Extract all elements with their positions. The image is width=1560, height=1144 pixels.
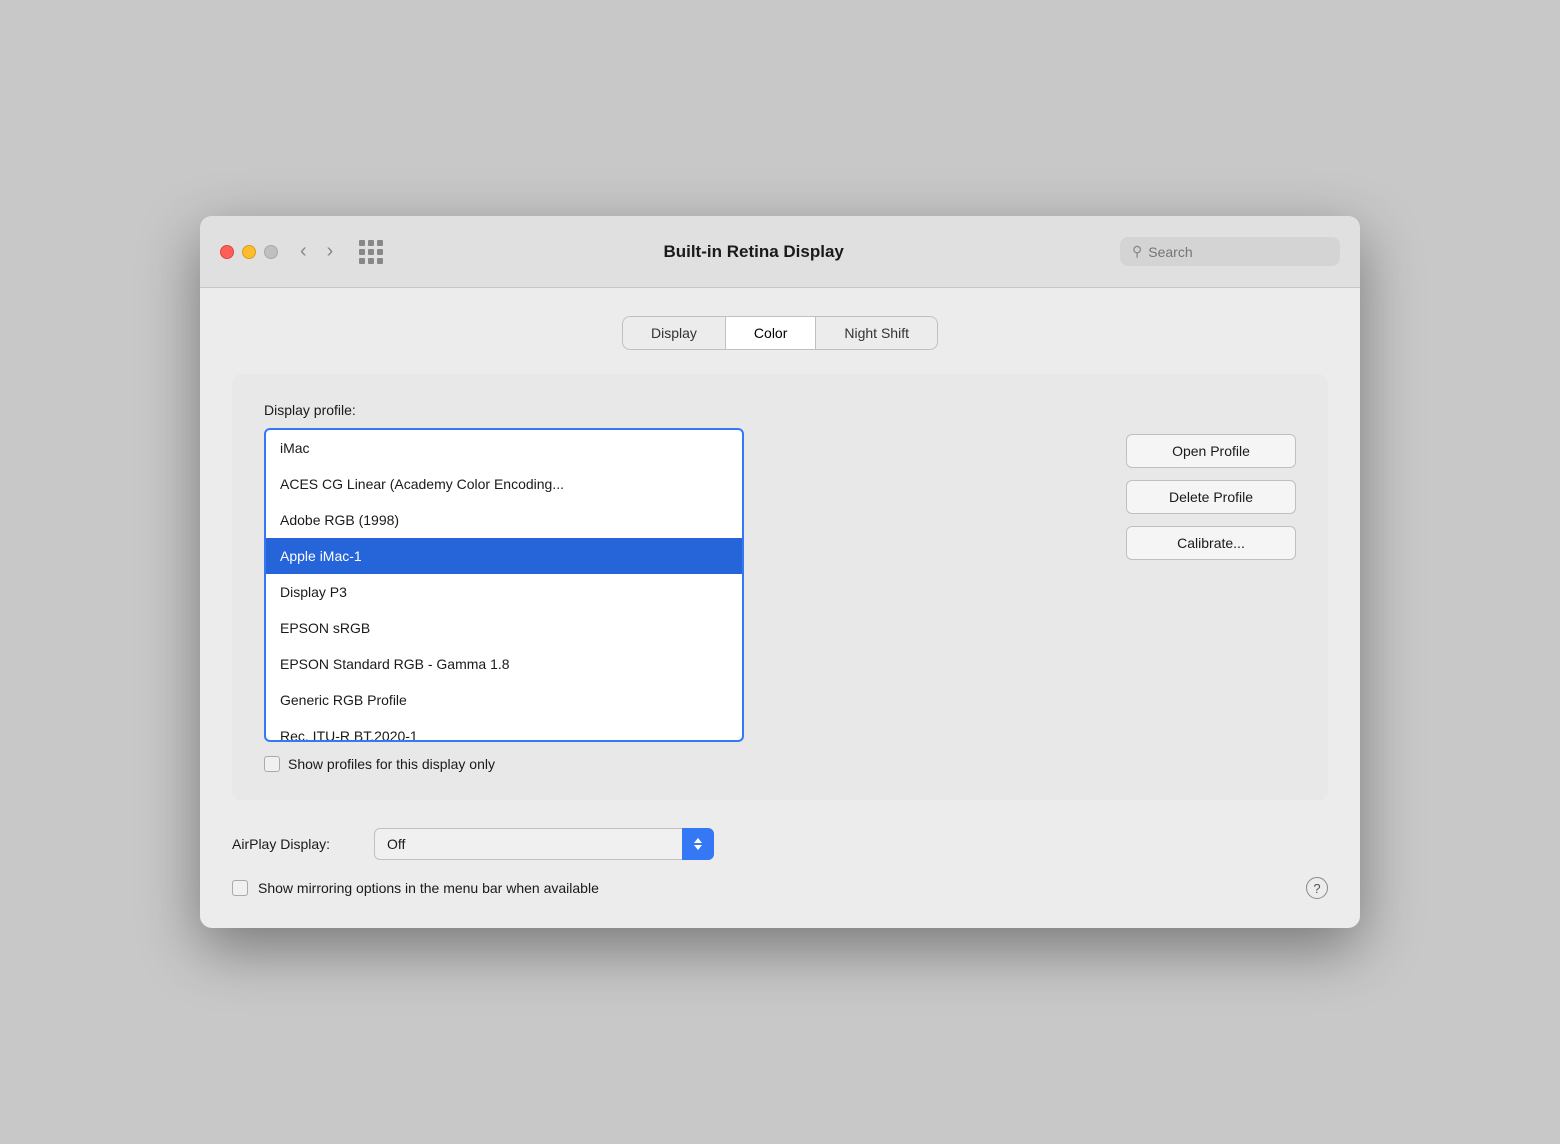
profile-label: Display profile: <box>264 402 1086 418</box>
show-profiles-label: Show profiles for this display only <box>288 756 495 772</box>
grid-icon[interactable] <box>359 240 383 264</box>
show-profiles-row: Show profiles for this display only <box>264 756 1086 772</box>
tab-color[interactable]: Color <box>725 316 816 350</box>
forward-button[interactable]: › <box>321 236 340 267</box>
tabs: Display Color Night Shift <box>232 316 1328 350</box>
calibrate-button[interactable]: Calibrate... <box>1126 526 1296 560</box>
list-item[interactable]: Rec. ITU-R BT.2020-1 <box>266 718 742 740</box>
airplay-select-container: Off Apple TV Other Devices <box>374 828 714 860</box>
search-icon: ⚲ <box>1132 243 1142 260</box>
bottom-row: Show mirroring options in the menu bar w… <box>232 876 1328 900</box>
tab-nightshift[interactable]: Night Shift <box>816 316 938 350</box>
mirroring-label: Show mirroring options in the menu bar w… <box>258 880 599 896</box>
tab-display[interactable]: Display <box>622 316 725 350</box>
mirroring-checkbox[interactable] <box>232 880 248 896</box>
list-item[interactable]: Adobe RGB (1998) <box>266 502 742 538</box>
minimize-button[interactable] <box>242 245 256 259</box>
open-profile-button[interactable]: Open Profile <box>1126 434 1296 468</box>
maximize-button[interactable] <box>264 245 278 259</box>
list-item[interactable]: Generic RGB Profile <box>266 682 742 718</box>
delete-profile-button[interactable]: Delete Profile <box>1126 480 1296 514</box>
titlebar: ‹ › Built-in Retina Display ⚲ <box>200 216 1360 288</box>
nav-buttons: ‹ › <box>294 236 339 267</box>
window: ‹ › Built-in Retina Display ⚲ Display Co… <box>200 216 1360 928</box>
show-profiles-checkbox[interactable] <box>264 756 280 772</box>
list-item[interactable]: iMac <box>266 430 742 466</box>
list-item-selected[interactable]: Apple iMac-1 <box>266 538 742 574</box>
window-title: Built-in Retina Display <box>403 242 1104 262</box>
search-input[interactable] <box>1148 244 1328 260</box>
airplay-label: AirPlay Display: <box>232 836 362 852</box>
content: Display Color Night Shift Display profil… <box>200 288 1360 928</box>
panel: Display profile: iMac ACES CG Linear (Ac… <box>232 374 1328 800</box>
mirroring-row: Show mirroring options in the menu bar w… <box>232 876 599 900</box>
traffic-lights <box>220 245 278 259</box>
list-item[interactable]: EPSON sRGB <box>266 610 742 646</box>
list-item[interactable]: Display P3 <box>266 574 742 610</box>
profile-section: Display profile: iMac ACES CG Linear (Ac… <box>264 402 1296 772</box>
list-item[interactable]: EPSON Standard RGB - Gamma 1.8 <box>266 646 742 682</box>
back-button[interactable]: ‹ <box>294 236 313 267</box>
profile-buttons: Open Profile Delete Profile Calibrate... <box>1126 402 1296 560</box>
help-button[interactable]: ? <box>1306 877 1328 899</box>
profile-list[interactable]: iMac ACES CG Linear (Academy Color Encod… <box>266 430 742 740</box>
profile-list-container: iMac ACES CG Linear (Academy Color Encod… <box>264 428 744 742</box>
list-item[interactable]: ACES CG Linear (Academy Color Encoding..… <box>266 466 742 502</box>
profile-left: Display profile: iMac ACES CG Linear (Ac… <box>264 402 1086 772</box>
close-button[interactable] <box>220 245 234 259</box>
airplay-row: AirPlay Display: Off Apple TV Other Devi… <box>232 820 1328 876</box>
search-box[interactable]: ⚲ <box>1120 237 1340 266</box>
airplay-select[interactable]: Off Apple TV Other Devices <box>374 828 714 860</box>
